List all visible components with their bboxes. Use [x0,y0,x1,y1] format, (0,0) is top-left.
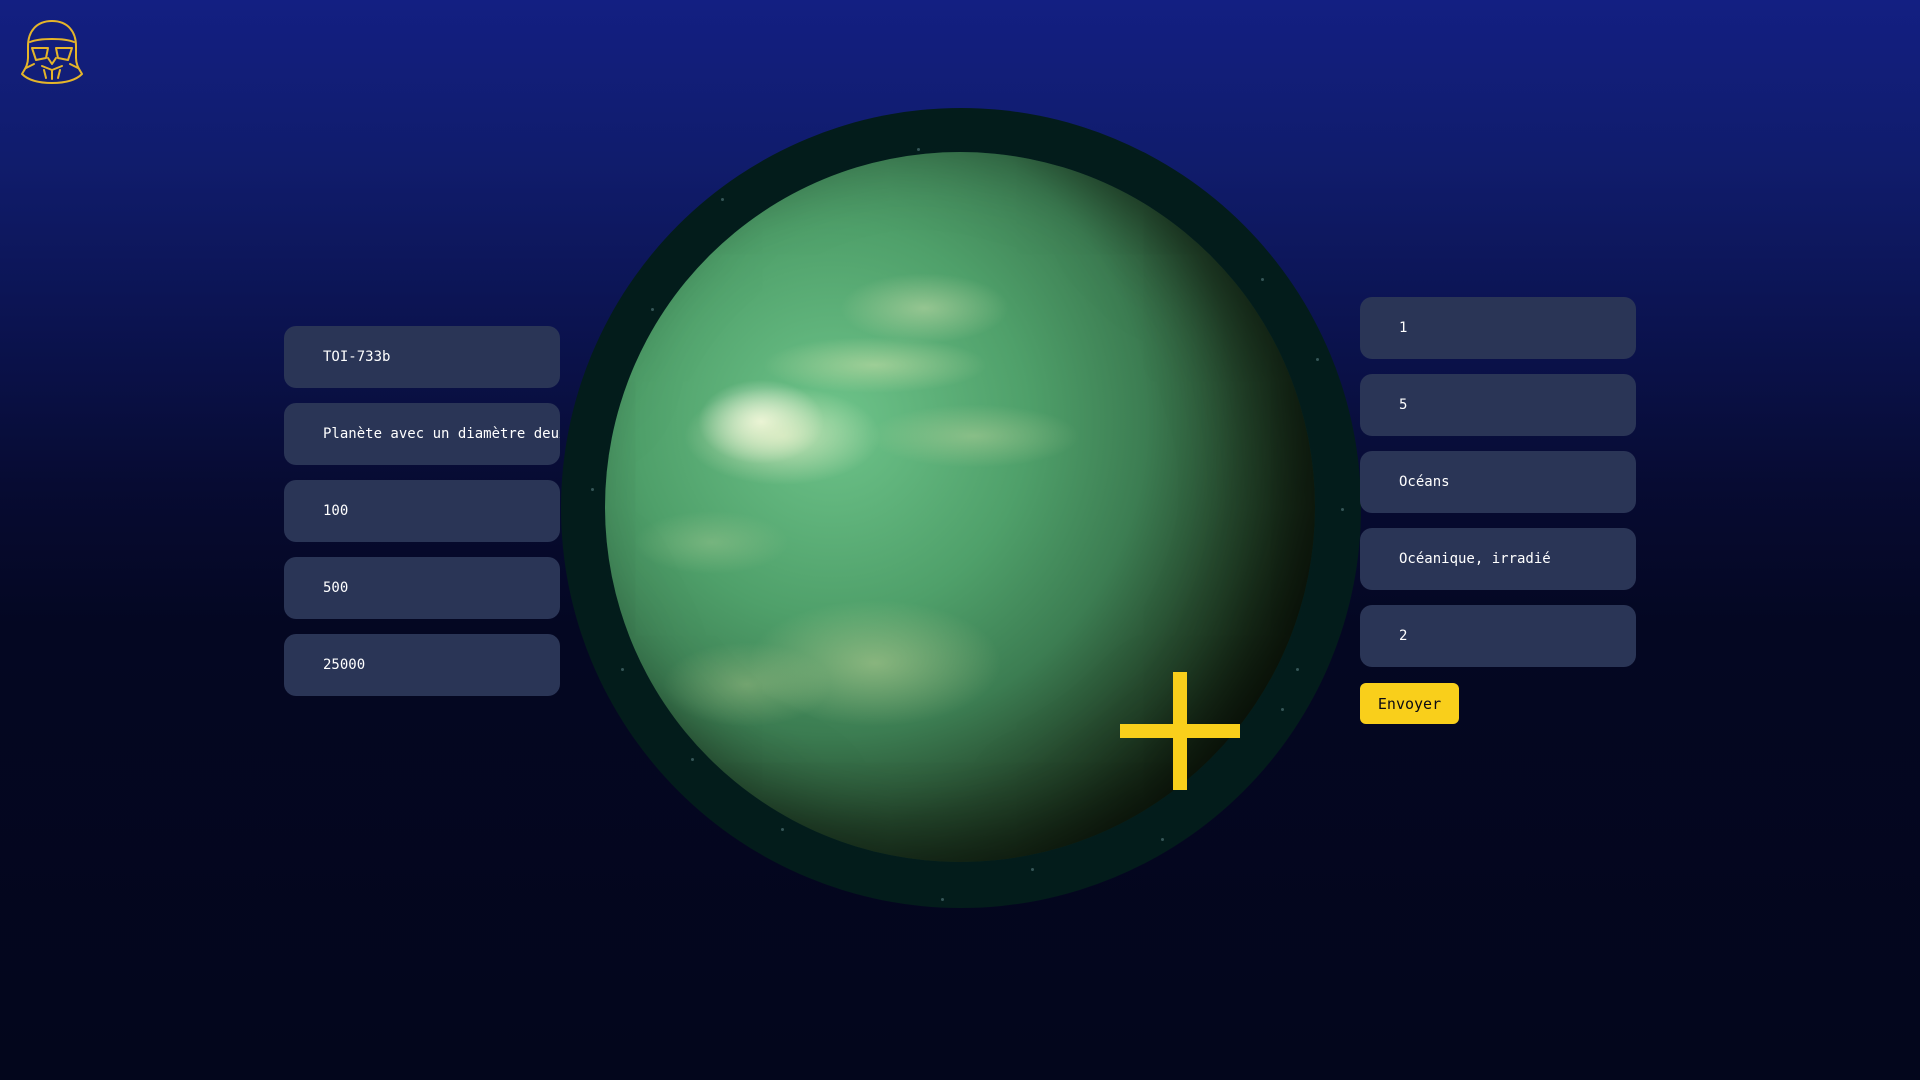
value-field-3[interactable]: 100 [284,480,560,542]
planet-name-field[interactable]: TOI-733b [284,326,560,388]
planet-description-field[interactable]: Planète avec un diamètre deux [284,403,560,465]
plus-crosshair-icon[interactable] [1120,672,1240,790]
submit-button[interactable]: Envoyer [1360,683,1459,724]
value-field-r2[interactable]: 5 [1360,374,1636,436]
stormtrooper-helmet-icon [20,18,84,86]
planet-viewer [561,108,1361,908]
value-field-r5[interactable]: 2 [1360,605,1636,667]
value-field-4[interactable]: 500 [284,557,560,619]
value-field-5[interactable]: 25000 [284,634,560,696]
surface-type-field[interactable]: Océans [1360,451,1636,513]
value-field-r1[interactable]: 1 [1360,297,1636,359]
planet-type-field[interactable]: Océanique, irradié [1360,528,1636,590]
